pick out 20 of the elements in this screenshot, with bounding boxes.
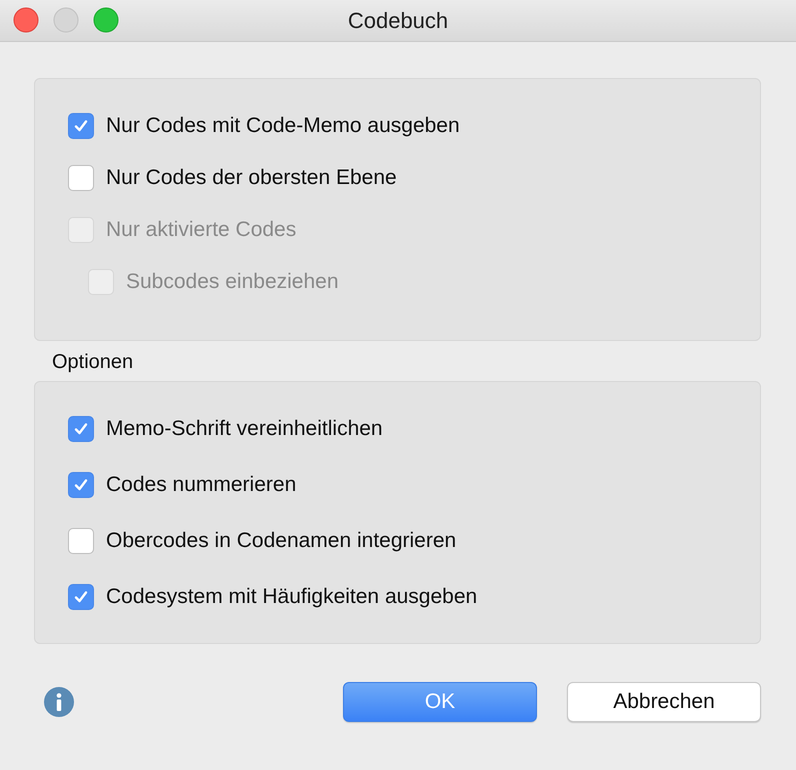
checkbox-label: Obercodes in Codenamen integrieren xyxy=(106,529,456,553)
checkbox-label: Codesystem mit Häufigkeiten ausgeben xyxy=(106,585,478,609)
zoom-icon[interactable] xyxy=(93,7,119,33)
info-icon[interactable] xyxy=(44,687,74,717)
checkbox[interactable] xyxy=(68,113,94,139)
checkbox-label: Nur Codes der obersten Ebene xyxy=(106,166,397,190)
section-title: Optionen xyxy=(52,351,134,374)
checkbox-label: Nur aktivierte Codes xyxy=(106,218,296,242)
checkbox-label: Codes nummerieren xyxy=(106,473,296,497)
checkbox[interactable] xyxy=(68,584,94,610)
cancel-button[interactable]: Abbrechen xyxy=(567,682,761,722)
window-title: Codebuch xyxy=(348,8,448,34)
checkbox-label: Subcodes einbeziehen xyxy=(126,270,339,294)
close-icon[interactable] xyxy=(13,7,39,33)
checkbox-label: Nur Codes mit Code-Memo ausgeben xyxy=(106,114,460,138)
checkbox[interactable] xyxy=(68,165,94,191)
checkbox-label: Memo-Schrift vereinheitlichen xyxy=(106,417,383,441)
checkbox[interactable] xyxy=(68,472,94,498)
checkbox[interactable] xyxy=(68,528,94,554)
checkbox[interactable] xyxy=(68,416,94,442)
